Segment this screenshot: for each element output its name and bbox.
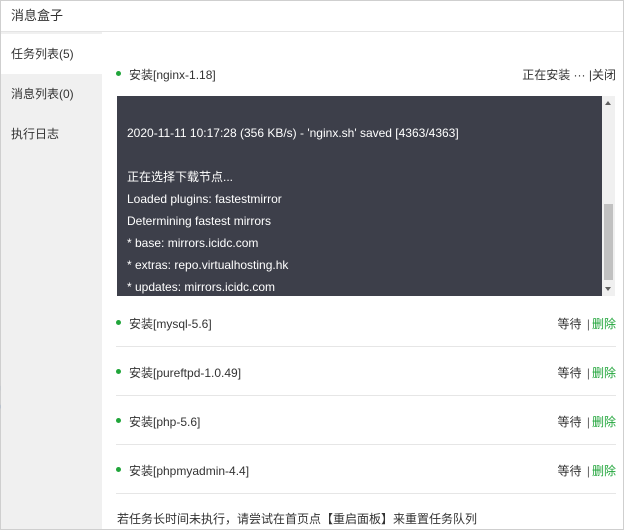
status-dot-icon <box>116 467 121 472</box>
task-name: 安装[php-5.6] <box>129 415 201 429</box>
task-status-text: 等待 <box>557 415 582 429</box>
task-name: 安装[mysql-5.6] <box>129 317 212 331</box>
delete-task-button[interactable]: 删除 <box>592 464 616 478</box>
close-task-button[interactable]: 关闭 <box>592 68 616 82</box>
task-name: 安装[nginx-1.18] <box>129 68 216 82</box>
task-panel: 安装[nginx-1.18] 正在安装 ··· |关闭 2020-11-11 1… <box>102 32 623 529</box>
task-status-text: 等待 <box>557 464 582 478</box>
task-status: 等待 | 删除 <box>558 462 617 479</box>
window-title: 消息盒子 <box>11 8 64 23</box>
task-row: 安装[php-5.6] 等待 | 删除 <box>116 396 616 445</box>
scroll-down-arrow-icon[interactable] <box>605 287 611 291</box>
delete-task-button[interactable]: 删除 <box>592 366 616 380</box>
task-row: 安装[mysql-5.6] 等待 | 删除 <box>116 298 616 347</box>
delete-task-button[interactable]: 删除 <box>592 317 616 331</box>
install-log-console[interactable]: 2020-11-11 10:17:28 (356 KB/s) - 'nginx.… <box>117 96 615 296</box>
console-lines: 2020-11-11 10:17:28 (356 KB/s) - 'nginx.… <box>127 122 597 296</box>
task-row: 安装[pureftpd-1.0.49] 等待 | 删除 <box>116 347 616 396</box>
status-dot-icon <box>116 320 121 325</box>
sidebar-item-execution-log[interactable]: 执行日志 <box>1 114 102 154</box>
sidebar: 任务列表(5) 消息列表(0) 执行日志 <box>1 32 102 529</box>
console-line: * extras: repo.virtualhosting.hk <box>127 258 289 272</box>
task-separator: | <box>586 415 590 429</box>
console-line: Loaded plugins: fastestmirror <box>127 192 282 206</box>
window-titlebar: 消息盒子 <box>1 1 623 32</box>
task-status-text: 等待 <box>557 317 582 331</box>
console-line: * base: mirrors.icidc.com <box>127 236 259 250</box>
status-dot-icon <box>116 418 121 423</box>
task-status: 等待 | 删除 <box>558 364 617 381</box>
task-status: 等待 | 删除 <box>558 315 617 332</box>
task-separator: | <box>586 464 590 478</box>
task-row-current: 安装[nginx-1.18] 正在安装 ··· |关闭 <box>116 54 616 84</box>
task-separator: | <box>586 317 590 331</box>
task-queue-hint: 若任务长时间未执行，请尝试在首页点【重启面板】来重置任务队列 <box>117 512 478 526</box>
console-line: * updates: mirrors.icidc.com <box>127 280 276 294</box>
message-box-window: 跨境电商 助力中企出海 服务跨 主机侦探 服务跨境电商 助力中企出海 机侦探 电… <box>0 0 624 530</box>
sidebar-item-message-list[interactable]: 消息列表(0) <box>1 74 102 114</box>
scrollbar-thumb[interactable] <box>604 204 613 280</box>
task-status-text: 等待 <box>557 366 582 380</box>
console-line: Determining fastest mirrors <box>127 214 272 228</box>
task-status: 等待 | 删除 <box>558 413 617 430</box>
task-status: 正在安装 ··· |关闭 <box>522 66 616 83</box>
console-line: 2020-11-11 10:17:28 (356 KB/s) - 'nginx.… <box>127 126 459 140</box>
sidebar-item-task-list[interactable]: 任务列表(5) <box>1 34 102 74</box>
status-dot-icon <box>116 71 121 76</box>
status-dot-icon <box>116 369 121 374</box>
task-row: 安装[phpmyadmin-4.4] 等待 | 删除 <box>116 445 616 494</box>
task-status-text: 正在安装 ··· <box>522 68 586 82</box>
scroll-up-arrow-icon[interactable] <box>605 101 611 105</box>
console-line: 正在选择下载节点... <box>127 170 234 184</box>
delete-task-button[interactable]: 删除 <box>592 415 616 429</box>
task-separator: | <box>586 366 590 380</box>
task-name: 安装[pureftpd-1.0.49] <box>129 366 242 380</box>
console-scrollbar[interactable] <box>602 96 615 296</box>
task-name: 安装[phpmyadmin-4.4] <box>129 464 250 478</box>
